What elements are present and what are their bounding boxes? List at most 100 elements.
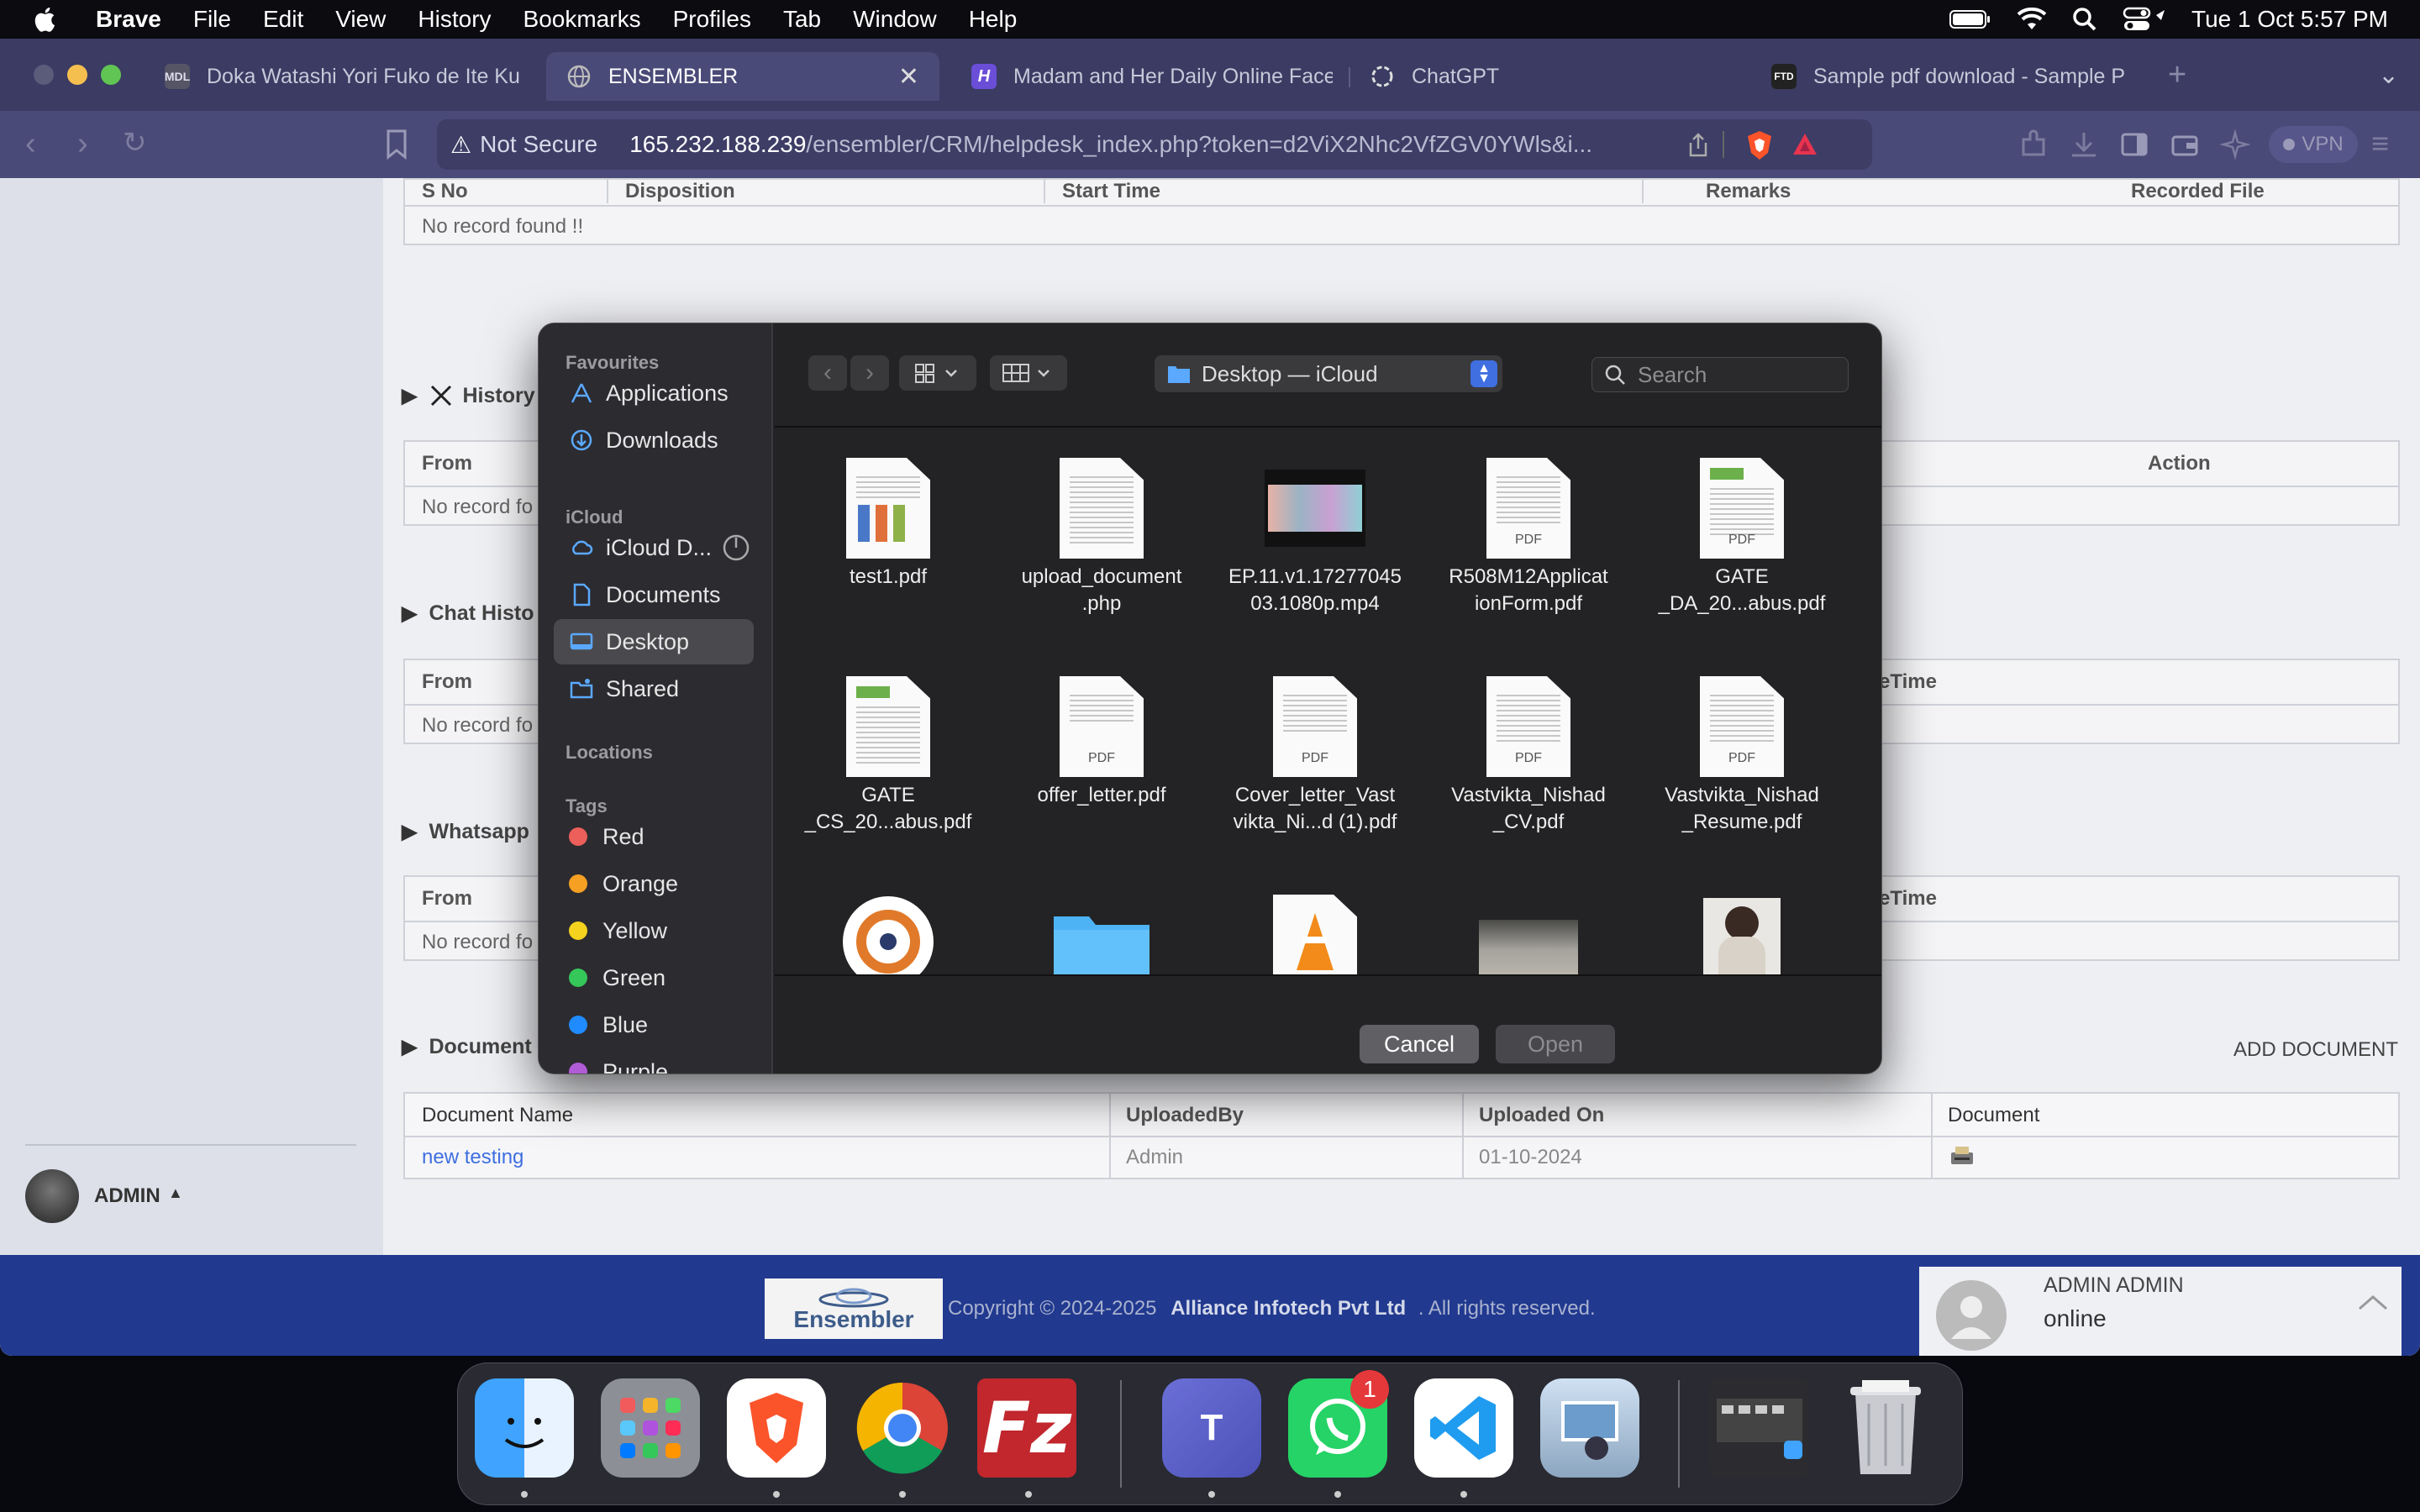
chat-widget[interactable]: ADMIN ADMIN online [1919, 1267, 2402, 1356]
filezilla-icon[interactable]: Fz [977, 1378, 1076, 1478]
menu-help[interactable]: Help [969, 6, 1018, 33]
tab-list-chevron-icon[interactable]: ⌄ [2378, 60, 2399, 90]
back-icon[interactable]: ‹ [25, 126, 36, 162]
expand-triangle-icon[interactable]: ▶ [402, 820, 417, 844]
icon-view-button[interactable] [899, 355, 976, 391]
search-field[interactable]: Search [1591, 357, 1849, 392]
expand-triangle-icon[interactable]: ▶ [402, 384, 417, 408]
sidebar-item-shared[interactable]: Shared [554, 666, 754, 711]
file-item[interactable]: test1.pdf [796, 458, 981, 591]
section-chat-history[interactable]: ▶ Chat Histo [402, 601, 534, 626]
zoom-window-button[interactable] [101, 65, 121, 85]
teams-icon[interactable]: T [1162, 1378, 1261, 1478]
dialog-forward-button[interactable]: › [850, 355, 889, 391]
spotlight-icon[interactable] [2072, 7, 2097, 32]
section-whatsapp[interactable]: ▶ Whatsapp [402, 820, 529, 844]
menu-app-name[interactable]: Brave [96, 6, 161, 33]
tab-mangadex[interactable]: MDL Doka Watashi Yori Fuko de Ite Ku [165, 52, 526, 101]
dialog-back-button[interactable]: ‹ [808, 355, 847, 391]
launchpad-icon[interactable] [601, 1378, 700, 1478]
menu-clock[interactable]: Tue 1 Oct 5:57 PM [2191, 6, 2388, 33]
file-item[interactable]: PDF offer_letter.pdf [1009, 676, 1194, 809]
warning-icon[interactable]: ⚠ [450, 131, 471, 159]
preview-icon[interactable] [1540, 1378, 1639, 1478]
tab-hentai[interactable]: H Madam and Her Daily Online Face [971, 52, 1333, 101]
menu-history[interactable]: History [418, 6, 491, 33]
tab-sample-pdf[interactable]: FTD Sample pdf download - Sample P [1771, 52, 2133, 101]
apple-icon[interactable] [32, 5, 60, 34]
avatar[interactable] [25, 1169, 79, 1223]
file-item[interactable] [1649, 895, 1834, 974]
tab-chatgpt[interactable]: ChatGPT [1370, 52, 1731, 101]
download-icon[interactable] [2069, 129, 2099, 160]
forward-icon[interactable]: › [77, 126, 88, 162]
leo-ai-icon[interactable] [2220, 129, 2250, 160]
tag-red[interactable]: Red [554, 814, 754, 859]
reload-icon[interactable]: ↻ [123, 126, 147, 160]
add-document-button[interactable]: ADD DOCUMENT [2233, 1038, 2398, 1062]
file-item[interactable]: upload_document .php [1009, 458, 1194, 617]
not-secure-label[interactable]: Not Secure [480, 131, 597, 158]
sidebar-icon[interactable] [2119, 129, 2149, 160]
vpn-button[interactable]: VPN [2269, 126, 2358, 163]
screenshot-stack-icon[interactable] [1710, 1378, 1809, 1478]
tag-blue[interactable]: Blue [554, 1002, 754, 1047]
menu-edit[interactable]: Edit [263, 6, 303, 33]
sidebar-item-documents[interactable]: Documents [554, 572, 754, 617]
tag-green[interactable]: Green [554, 955, 754, 1000]
extensions-icon[interactable] [2018, 129, 2049, 160]
vscode-icon[interactable] [1414, 1378, 1513, 1478]
menu-file[interactable]: File [193, 6, 231, 33]
new-tab-icon[interactable]: + [2168, 57, 2186, 93]
tag-yellow[interactable]: Yellow [554, 908, 754, 953]
bookmark-icon[interactable] [385, 129, 408, 160]
file-item[interactable] [1436, 895, 1621, 974]
tag-purple[interactable]: Purple [554, 1049, 754, 1074]
cancel-button[interactable]: Cancel [1360, 1025, 1479, 1063]
menu-profiles[interactable]: Profiles [673, 6, 751, 33]
menu-bookmarks[interactable]: Bookmarks [523, 6, 641, 33]
chevron-up-icon[interactable] [2356, 1292, 2390, 1312]
battery-icon[interactable] [1949, 9, 1991, 29]
expand-triangle-icon[interactable]: ▶ [402, 1035, 417, 1059]
sidebar-item-icloud-drive[interactable]: iCloud D... [554, 525, 754, 570]
menu-view[interactable]: View [335, 6, 386, 33]
location-dropdown[interactable]: Desktop — iCloud ▲ ▼ [1155, 355, 1502, 392]
user-menu-label[interactable]: ADMIN [94, 1184, 160, 1208]
brave-shields-icon[interactable] [1744, 129, 1775, 161]
open-button[interactable]: Open [1496, 1025, 1615, 1063]
wallet-icon[interactable] [2170, 129, 2200, 160]
document-name-link[interactable]: new testing [422, 1146, 523, 1169]
tag-orange[interactable]: Orange [554, 861, 754, 906]
url-bar[interactable]: ⚠ Not Secure 165.232.188.239 /ensembler/… [437, 119, 1872, 170]
menu-tab[interactable]: Tab [783, 6, 821, 33]
group-by-button[interactable] [990, 355, 1067, 391]
section-history[interactable]: ▶ History [402, 383, 535, 408]
finder-icon[interactable] [475, 1378, 574, 1478]
sidebar-item-desktop[interactable]: Desktop [554, 619, 754, 664]
file-item[interactable]: PDF R508M12Applicat ionForm.pdf [1436, 458, 1621, 617]
close-window-button[interactable] [34, 65, 54, 85]
tab-ensembler[interactable]: ENSEMBLER ✕ [546, 52, 939, 101]
close-tab-icon[interactable]: ✕ [898, 62, 919, 92]
sidebar-item-downloads[interactable]: Downloads [554, 417, 754, 463]
brave-icon[interactable] [727, 1378, 826, 1478]
file-item[interactable] [796, 895, 981, 974]
wifi-icon[interactable] [2017, 8, 2047, 31]
file-item[interactable]: EP.11.v1.17277045 03.1080p.mp4 [1223, 458, 1407, 617]
share-icon[interactable] [1687, 133, 1709, 158]
brave-rewards-icon[interactable] [1791, 131, 1818, 158]
expand-triangle-icon[interactable]: ▶ [402, 601, 417, 626]
file-item[interactable]: PDF GATE _DA_20...abus.pdf [1649, 458, 1834, 617]
section-documents[interactable]: ▶ Document [402, 1035, 532, 1059]
file-item[interactable]: PDF Cover_letter_Vast vikta_Ni...d (1).p… [1223, 676, 1407, 836]
trash-icon[interactable] [1836, 1378, 1935, 1478]
minimize-window-button[interactable] [67, 65, 87, 85]
file-item[interactable]: GATE _CS_20...abus.pdf [796, 676, 981, 836]
sidebar-item-applications[interactable]: Applications [554, 370, 754, 416]
file-item[interactable] [1223, 895, 1407, 974]
download-document-icon[interactable] [1948, 1144, 1976, 1168]
chrome-icon[interactable] [853, 1378, 952, 1478]
menu-hamburger-icon[interactable]: ≡ [2371, 126, 2389, 161]
control-center-icon[interactable] [2123, 7, 2166, 32]
